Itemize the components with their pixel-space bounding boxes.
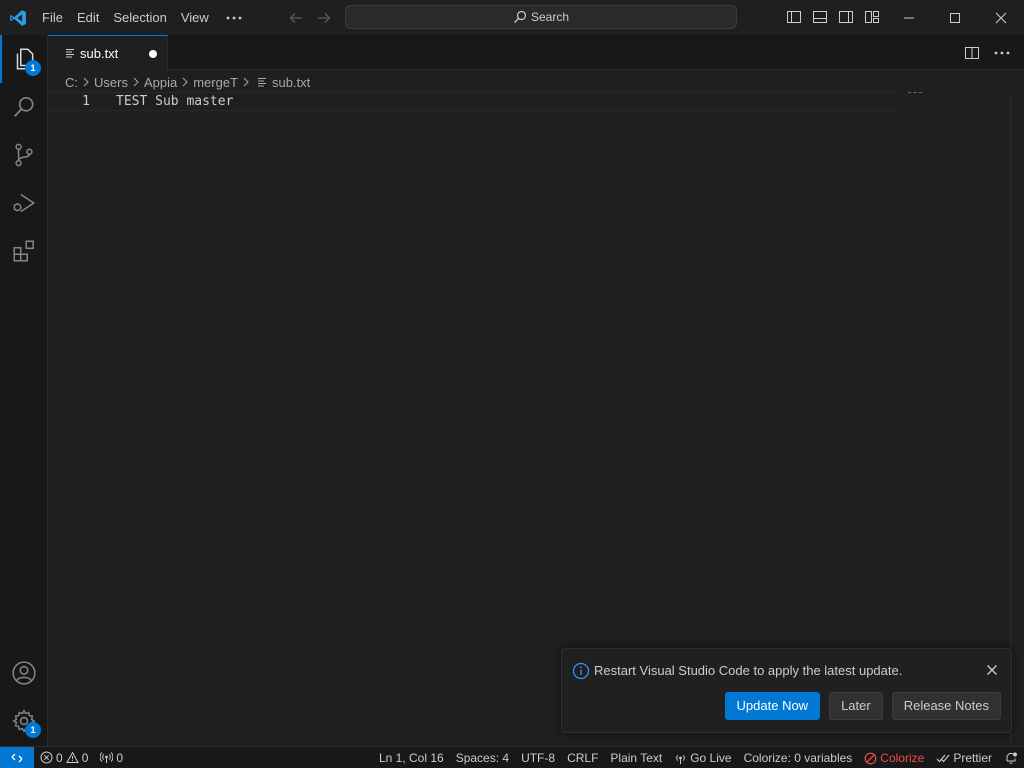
- line-ending[interactable]: CRLF: [561, 747, 604, 768]
- toggle-panel-icon[interactable]: [810, 6, 830, 28]
- release-notes-button[interactable]: Release Notes: [891, 692, 1001, 720]
- layout-controls: [784, 6, 882, 28]
- title-bar: File Edit Selection View Search: [0, 0, 1024, 35]
- activity-bar: 1 1: [0, 35, 48, 746]
- unsaved-dot-icon[interactable]: [149, 50, 157, 58]
- breadcrumb-file[interactable]: sub.txt: [271, 75, 311, 90]
- broadcast-icon: [100, 751, 114, 764]
- editor-area[interactable]: 1 TEST Sub master: [48, 92, 1010, 646]
- extensions-icon: [11, 238, 37, 264]
- activity-manage[interactable]: 1: [0, 697, 48, 745]
- activity-search[interactable]: [0, 83, 48, 131]
- search-icon: [513, 10, 527, 24]
- notification-message: Restart Visual Studio Code to apply the …: [594, 663, 903, 678]
- toggle-primary-sidebar-icon[interactable]: [784, 6, 804, 28]
- prettier-label: Prettier: [953, 751, 992, 765]
- tab-label: sub.txt: [80, 45, 119, 61]
- editor-actions: [962, 43, 1012, 63]
- account-icon: [11, 660, 37, 686]
- menu-edit[interactable]: Edit: [70, 6, 106, 30]
- ellipsis-icon[interactable]: [216, 6, 252, 30]
- colorize-label: Colorize: [880, 751, 925, 765]
- ports-count: 0: [116, 750, 124, 765]
- problems-indicator[interactable]: 0 0: [34, 747, 94, 768]
- settings-badge: 1: [25, 722, 41, 738]
- close-icon[interactable]: [983, 661, 1001, 679]
- notifications-bell[interactable]: [998, 747, 1024, 768]
- text-file-icon: [256, 76, 268, 88]
- breadcrumb: C: Users Appia mergeT sub.txt: [64, 71, 311, 93]
- menu-bar: File Edit Selection View: [35, 0, 252, 35]
- activity-source-control[interactable]: [0, 131, 48, 179]
- encoding[interactable]: UTF-8: [515, 747, 561, 768]
- window-controls: [886, 0, 1024, 35]
- update-now-button[interactable]: Update Now: [724, 692, 821, 720]
- ports-indicator[interactable]: 0: [94, 747, 129, 768]
- warning-count: 0: [81, 750, 89, 765]
- activity-explorer[interactable]: 1: [0, 35, 48, 83]
- prettier-status[interactable]: Prettier: [930, 747, 998, 768]
- colorize-variables[interactable]: Colorize: 0 variables: [738, 747, 859, 768]
- update-notification: Restart Visual Studio Code to apply the …: [561, 648, 1012, 733]
- tab-sub-txt[interactable]: sub.txt: [48, 35, 168, 70]
- check-all-icon: [936, 752, 950, 764]
- command-center-label: Search: [530, 10, 570, 24]
- tab-bar: sub.txt: [48, 35, 1024, 70]
- menu-selection[interactable]: Selection: [106, 6, 173, 30]
- line-content[interactable]: TEST Sub master: [116, 94, 233, 109]
- activity-extensions[interactable]: [0, 227, 48, 275]
- explorer-badge: 1: [25, 60, 41, 76]
- language-mode[interactable]: Plain Text: [604, 747, 668, 768]
- debug-icon: [11, 190, 37, 216]
- toggle-secondary-sidebar-icon[interactable]: [836, 6, 856, 28]
- breadcrumb-appia[interactable]: Appia: [143, 75, 178, 90]
- breadcrumb-drive[interactable]: C:: [64, 75, 79, 90]
- chevron-right-icon: [82, 77, 90, 87]
- colorize-toggle[interactable]: Colorize: [858, 747, 930, 768]
- bell-dot-icon: [1004, 751, 1018, 765]
- status-right: Ln 1, Col 16 Spaces: 4 UTF-8 CRLF Plain …: [373, 747, 1024, 768]
- go-live-label: Go Live: [690, 751, 732, 765]
- error-count: 0: [56, 750, 63, 765]
- chevron-right-icon: [132, 77, 140, 87]
- indentation[interactable]: Spaces: 4: [450, 747, 515, 768]
- info-icon: [572, 662, 590, 680]
- broadcast-icon: [674, 752, 687, 765]
- chevron-right-icon: [181, 77, 189, 87]
- close-window-icon[interactable]: [978, 0, 1024, 35]
- line-number: 1: [82, 94, 90, 109]
- maximize-icon[interactable]: [932, 0, 978, 35]
- warning-icon: [65, 751, 79, 764]
- more-actions-icon[interactable]: [992, 43, 1012, 63]
- remote-icon: [10, 751, 24, 765]
- later-button[interactable]: Later: [829, 692, 883, 720]
- menu-view[interactable]: View: [174, 6, 216, 30]
- minimize-icon[interactable]: [886, 0, 932, 35]
- split-editor-icon[interactable]: [962, 43, 982, 63]
- source-control-icon: [11, 142, 37, 168]
- vscode-logo-icon: [0, 0, 35, 35]
- go-live-button[interactable]: Go Live: [668, 747, 737, 768]
- arrow-left-icon[interactable]: [286, 8, 306, 28]
- menu-file[interactable]: File: [35, 6, 70, 30]
- breadcrumb-merget[interactable]: mergeT: [192, 75, 239, 90]
- activity-run-debug[interactable]: [0, 179, 48, 227]
- navigation-arrows: [286, 8, 334, 28]
- circle-slash-icon: [864, 752, 877, 765]
- activity-accounts[interactable]: [0, 649, 48, 697]
- search-icon: [11, 94, 37, 120]
- editor-line[interactable]: 1 TEST Sub master: [48, 92, 900, 111]
- customize-layout-icon[interactable]: [862, 6, 882, 28]
- chevron-right-icon: [242, 77, 250, 87]
- notification-actions: Update Now Later Release Notes: [724, 692, 1001, 720]
- text-file-icon: [64, 47, 76, 59]
- remote-indicator[interactable]: [0, 746, 34, 768]
- cursor-position[interactable]: Ln 1, Col 16: [373, 747, 450, 768]
- status-bar: 0 0 0 Ln 1, Col 16 Spaces: 4 UTF-8 CRLF …: [0, 746, 1024, 768]
- minimap[interactable]: [908, 92, 922, 94]
- breadcrumb-users[interactable]: Users: [93, 75, 129, 90]
- error-icon: [40, 751, 53, 764]
- arrow-right-icon[interactable]: [314, 8, 334, 28]
- command-center-search[interactable]: Search: [345, 5, 737, 29]
